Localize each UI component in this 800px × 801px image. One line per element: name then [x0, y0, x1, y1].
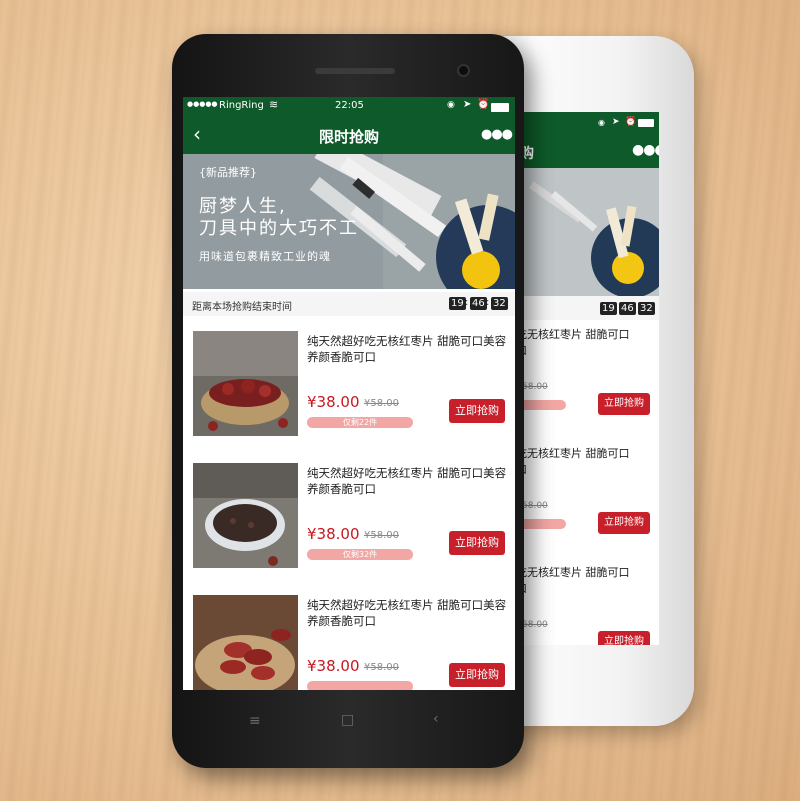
countdown-label: 距离本场抢购结束时间 — [192, 302, 292, 313]
back-list-item[interactable]: 吃无核红枣片 甜脆可口 口 58.00 立即抢购 — [516, 439, 659, 559]
banner-headline-2: 刀具中的大巧不工 — [199, 218, 359, 239]
home-icon[interactable]: □ — [341, 712, 354, 728]
buy-now-button[interactable]: 立即抢购 — [449, 531, 505, 555]
back-item-title: 吃无核红枣片 甜脆可口 — [516, 447, 630, 460]
banner-illustration — [516, 168, 659, 296]
more-icon[interactable]: ●●● — [632, 142, 659, 158]
battery-icon — [491, 103, 509, 112]
countdown-seconds: 32 — [491, 297, 508, 310]
signal-icon: ●●●●● — [187, 100, 218, 108]
countdown-minutes: 46 — [470, 297, 487, 310]
product-old-price: ¥58.00 — [364, 398, 399, 409]
location-icon: ◉ — [447, 100, 455, 110]
product-title: 纯天然超好吃无核红枣片 甜脆可口美容养颜香脆可口 — [307, 334, 507, 364]
product-image — [193, 331, 298, 436]
back-list-item[interactable]: 吃无核红枣片 甜脆可口 口 58.00 立即抢购 — [516, 558, 659, 645]
back-item-old-price: 58.00 — [522, 382, 548, 392]
back-countdown-seconds: 32 — [638, 302, 655, 315]
product-old-price: ¥58.00 — [364, 662, 399, 673]
back-banner — [516, 168, 659, 296]
back-item-title: 吃无核红枣片 甜脆可口 — [516, 328, 630, 341]
back-countdown-row: 19 46 32 — [516, 296, 659, 320]
back-buy-button[interactable]: 立即抢购 — [598, 631, 650, 645]
arrow-icon: ➤ — [612, 117, 620, 127]
product-item[interactable]: 纯天然超好吃无核红枣片 甜脆可口美容养颜香脆可口 ¥38.00 ¥58.00 仅… — [183, 319, 515, 452]
product-item[interactable]: 纯天然超好吃无核红枣片 甜脆可口美容养颜香脆可口 ¥38.00 ¥58.00 仅… — [183, 451, 515, 584]
back-icon[interactable]: ‹ — [433, 711, 439, 727]
status-bar: ●●●●● RingRing ≋ 22:05 ◉ ➤ ⏰ — [183, 97, 515, 117]
alarm-icon: ⏰ — [625, 117, 637, 127]
countdown-sep: : — [465, 297, 469, 308]
product-old-price: ¥58.00 — [364, 530, 399, 541]
back-item-old-price: 58.00 — [522, 620, 548, 630]
countdown-hours: 19 — [449, 297, 466, 310]
carrier-name: RingRing — [219, 100, 264, 111]
background-phone-screen: ◉ ➤ ⏰ 购 ●●● 19 46 32 吃无核红枣片 甜脆可口 口 58.00… — [516, 112, 659, 645]
product-image — [193, 595, 298, 690]
nav-bar: ‹ 限时抢购 ●●● — [183, 117, 515, 154]
countdown-row: 距离本场抢购结束时间 19 : 46 : 32 — [183, 292, 515, 316]
back-list-item[interactable]: 吃无核红枣片 甜脆可口 口 58.00 立即抢购 — [516, 320, 659, 440]
product-price: ¥38.00 — [307, 657, 360, 675]
stock-remaining-badge: 仅剩32件 — [307, 549, 413, 560]
location-icon: ◉ — [598, 118, 605, 127]
back-countdown-hours: 19 — [600, 302, 617, 315]
banner-tag: {新品推荐} — [199, 166, 257, 179]
back-buy-button[interactable]: 立即抢购 — [598, 512, 650, 534]
phone-speaker — [315, 68, 395, 74]
product-title: 纯天然超好吃无核红枣片 甜脆可口美容养颜香脆可口 — [307, 466, 507, 496]
product-image — [193, 463, 298, 568]
more-icon[interactable]: ●●● — [481, 127, 513, 142]
back-status-bar: ◉ ➤ ⏰ — [516, 112, 659, 136]
stock-remaining-badge — [307, 681, 413, 690]
back-nav-bar: 购 ●●● — [516, 136, 659, 168]
buy-now-button[interactable]: 立即抢购 — [449, 663, 505, 687]
back-countdown-minutes: 46 — [619, 302, 636, 315]
buy-now-button[interactable]: 立即抢购 — [449, 399, 505, 423]
countdown-sep: : — [486, 297, 490, 308]
arrow-icon: ➤ — [463, 99, 472, 110]
product-title: 纯天然超好吃无核红枣片 甜脆可口美容养颜香脆可口 — [307, 598, 507, 628]
back-buy-button[interactable]: 立即抢购 — [598, 393, 650, 415]
phone-camera — [457, 64, 470, 77]
back-item-title: 吃无核红枣片 甜脆可口 — [516, 566, 630, 579]
phone-screen: ●●●●● RingRing ≋ 22:05 ◉ ➤ ⏰ ‹ 限时抢购 ●●● … — [183, 97, 515, 690]
battery-icon — [638, 119, 654, 127]
alarm-icon: ⏰ — [477, 99, 490, 110]
page-title: 限时抢购 — [318, 128, 379, 146]
product-price: ¥38.00 — [307, 525, 360, 543]
product-item[interactable]: 纯天然超好吃无核红枣片 甜脆可口美容养颜香脆可口 ¥38.00 ¥58.00 立… — [183, 583, 515, 690]
menu-icon[interactable]: ≡ — [249, 713, 261, 729]
banner-subline: 用味道包裹精致工业的魂 — [199, 250, 331, 263]
promo-banner[interactable]: {新品推荐} 厨梦人生, 刀具中的大巧不工 用味道包裹精致工业的魂 — [183, 154, 515, 289]
back-item-old-price: 58.00 — [522, 501, 548, 511]
wifi-icon: ≋ — [269, 98, 279, 111]
clock: 22:05 — [335, 100, 364, 111]
product-price: ¥38.00 — [307, 393, 360, 411]
stock-remaining-badge: 仅剩22件 — [307, 417, 413, 428]
